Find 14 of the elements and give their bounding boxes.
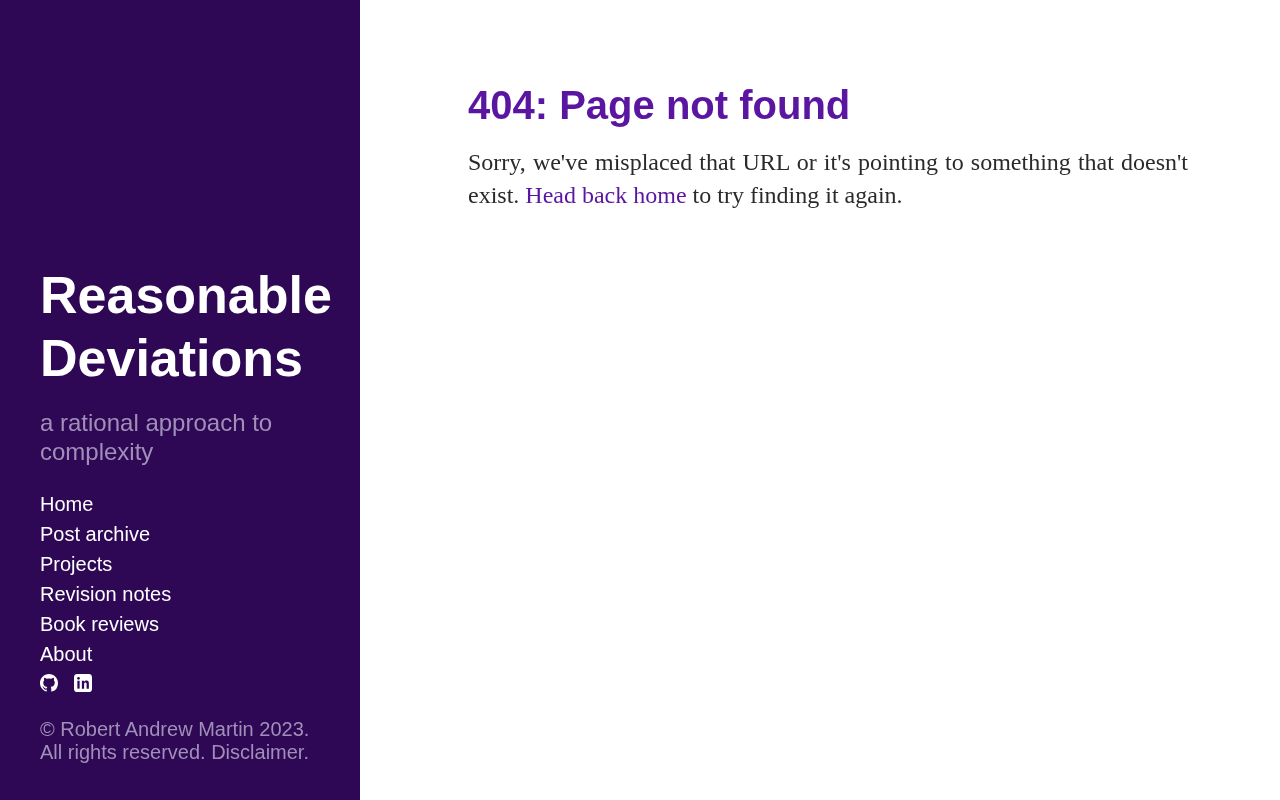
nav-link[interactable]: Post archive — [40, 519, 151, 549]
nav-link[interactable]: Revision notes — [40, 579, 172, 609]
nav-link[interactable]: Book reviews — [40, 609, 159, 639]
linkedin-icon[interactable] — [74, 674, 92, 692]
page-heading: 404: Page not found — [468, 82, 852, 129]
error-message: Sorry, we've misplaced that URL or it's pointing to something that doesn't exist. Head back home to try finding it again. — [468, 148, 1188, 210]
nav-link[interactable]: About — [40, 639, 93, 669]
site-tagline: a rational approach to complexity — [40, 408, 274, 466]
home-link[interactable]: Head back home — [525, 182, 687, 208]
site-title[interactable]: Reasonable Deviations — [40, 264, 340, 390]
nav-link[interactable]: Home — [40, 489, 94, 519]
nav-link[interactable]: Projects — [40, 549, 113, 579]
github-icon[interactable] — [40, 674, 58, 692]
copyright-text: © Robert Andrew Martin 2023. All rights reserved. Disclaimer. — [40, 718, 311, 764]
